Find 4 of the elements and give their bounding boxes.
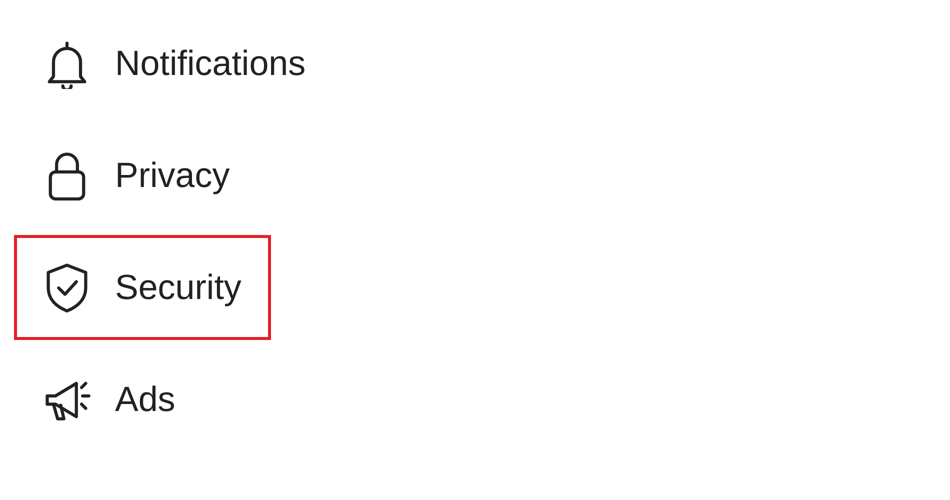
- menu-item-label[interactable]: Privacy: [115, 158, 230, 192]
- menu-item-label[interactable]: Notifications: [115, 46, 306, 80]
- menu-item-label[interactable]: Ads: [115, 382, 176, 416]
- menu-item-label[interactable]: Security: [115, 270, 242, 304]
